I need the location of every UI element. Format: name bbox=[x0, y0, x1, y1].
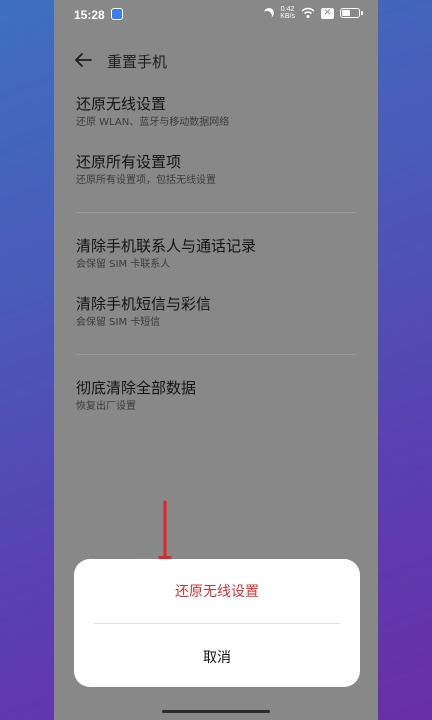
status-time: 15:28 bbox=[74, 8, 105, 22]
wifi-icon bbox=[301, 7, 315, 18]
reset-network-item[interactable]: 还原无线设置 还原 WLAN、蓝牙与移动数据网络 bbox=[76, 94, 356, 130]
item-title: 还原无线设置 bbox=[76, 95, 167, 113]
confirm-sheet: 还原无线设置 取消 bbox=[74, 559, 360, 687]
section-divider bbox=[76, 212, 356, 213]
item-subtitle: 还原 WLAN、蓝牙与移动数据网络 bbox=[76, 117, 230, 128]
battery-icon bbox=[340, 8, 363, 18]
item-title: 清除手机联系人与通话记录 bbox=[76, 237, 257, 255]
item-subtitle: 会保留 SIM 卡联系人 bbox=[76, 259, 171, 270]
net-speed-unit: KB/s bbox=[280, 13, 295, 20]
status-icons: 0.42 KB/s ✕ bbox=[263, 6, 363, 20]
net-speed-value: 0.42 bbox=[280, 6, 295, 13]
x-icon: ✕ bbox=[321, 7, 334, 19]
item-subtitle: 还原所有设置项，包括无线设置 bbox=[76, 175, 216, 186]
app-notification-icon bbox=[111, 8, 123, 20]
erase-all-data-item[interactable]: 彻底清除全部数据 恢复出厂设置 bbox=[76, 378, 356, 414]
item-title: 彻底清除全部数据 bbox=[76, 379, 197, 397]
section-divider bbox=[76, 354, 356, 355]
net-speed: 0.42 KB/s bbox=[280, 6, 295, 20]
clear-contacts-item[interactable]: 清除手机联系人与通话记录 会保留 SIM 卡联系人 bbox=[76, 236, 356, 272]
page-header: 重置手机 bbox=[54, 44, 378, 76]
page-title: 重置手机 bbox=[107, 53, 168, 71]
reset-all-settings-item[interactable]: 还原所有设置项 还原所有设置项，包括无线设置 bbox=[76, 152, 356, 188]
item-title: 还原所有设置项 bbox=[76, 153, 182, 171]
item-title: 清除手机短信与彩信 bbox=[76, 295, 212, 313]
home-indicator[interactable] bbox=[162, 710, 270, 713]
item-subtitle: 恢复出厂设置 bbox=[76, 401, 136, 412]
sheet-divider bbox=[94, 623, 340, 624]
moon-icon bbox=[263, 7, 276, 20]
cancel-button[interactable]: 取消 bbox=[74, 647, 360, 667]
clear-messages-item[interactable]: 清除手机短信与彩信 会保留 SIM 卡短信 bbox=[76, 294, 356, 330]
item-subtitle: 会保留 SIM 卡短信 bbox=[76, 317, 161, 328]
arrow-left-icon[interactable] bbox=[74, 52, 92, 68]
confirm-reset-network-button[interactable]: 还原无线设置 bbox=[74, 581, 360, 601]
status-bar: 15:28 0.42 KB/s ✕ bbox=[54, 0, 378, 30]
